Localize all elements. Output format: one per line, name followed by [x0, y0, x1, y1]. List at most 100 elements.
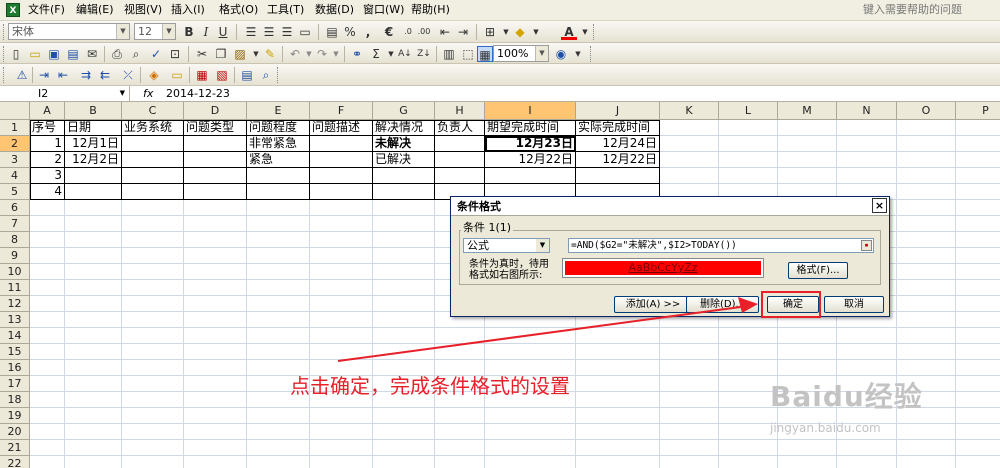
cell-g15[interactable]: [373, 344, 435, 360]
cell-g20[interactable]: [373, 424, 435, 440]
toolbar-options-icon[interactable]: [593, 24, 596, 40]
column-header-n[interactable]: N: [837, 102, 897, 120]
cell-l21[interactable]: [719, 440, 778, 456]
copy-icon[interactable]: ❐: [213, 46, 229, 62]
row-header-9[interactable]: 9: [0, 248, 30, 264]
cell-p8[interactable]: [956, 232, 1000, 248]
cell-i1[interactable]: 期望完成时间: [485, 120, 576, 136]
cell-f15[interactable]: [310, 344, 373, 360]
cell-k22[interactable]: [660, 456, 719, 468]
cell-l3[interactable]: [719, 152, 778, 168]
cell-j20[interactable]: [576, 424, 660, 440]
hyperlink-icon[interactable]: ⚭: [349, 46, 365, 62]
cell-c11[interactable]: [122, 280, 184, 296]
cell-a21[interactable]: [30, 440, 65, 456]
cell-k20[interactable]: [660, 424, 719, 440]
menu-tools[interactable]: 工具(T): [267, 3, 304, 17]
cell-c14[interactable]: [122, 328, 184, 344]
cell-o22[interactable]: [897, 456, 956, 468]
row-header-18[interactable]: 18: [0, 392, 30, 408]
cell-m22[interactable]: [778, 456, 837, 468]
cell-e19[interactable]: [247, 408, 310, 424]
row-header-7[interactable]: 7: [0, 216, 30, 232]
cell-d4[interactable]: [184, 168, 247, 184]
cell-g9[interactable]: [373, 248, 435, 264]
cell-d2[interactable]: [184, 136, 247, 152]
cell-b18[interactable]: [65, 392, 122, 408]
zoom-combo[interactable]: 100% ▼: [493, 45, 549, 62]
format-button[interactable]: 格式(F)...: [788, 262, 848, 279]
autosum-button[interactable]: Σ: [368, 46, 384, 62]
cell-c3[interactable]: [122, 152, 184, 168]
chevron-down-icon[interactable]: ▼: [116, 24, 129, 39]
excel-app-icon[interactable]: X: [6, 3, 20, 17]
cell-f1[interactable]: 问题描述: [310, 120, 373, 136]
cell-p13[interactable]: [956, 312, 1000, 328]
cell-i14[interactable]: [485, 328, 576, 344]
cell-m2[interactable]: [778, 136, 837, 152]
cell-e7[interactable]: [247, 216, 310, 232]
cell-b5[interactable]: [65, 184, 122, 200]
cell-n15[interactable]: [837, 344, 897, 360]
close-icon[interactable]: ×: [872, 198, 887, 213]
cell-l1[interactable]: [719, 120, 778, 136]
row-header-14[interactable]: 14: [0, 328, 30, 344]
cell-i2[interactable]: 12月23日: [485, 136, 576, 152]
row-header-12[interactable]: 12: [0, 296, 30, 312]
cell-f14[interactable]: [310, 328, 373, 344]
trace-precedents-icon[interactable]: ⇥: [36, 67, 52, 83]
cell-h19[interactable]: [435, 408, 485, 424]
cell-a4[interactable]: 3: [30, 168, 65, 184]
cell-a8[interactable]: [30, 232, 65, 248]
cell-b21[interactable]: [65, 440, 122, 456]
align-left-icon[interactable]: ☰: [243, 24, 259, 40]
fill-color-icon[interactable]: ◆: [512, 24, 528, 40]
cell-p4[interactable]: [956, 168, 1000, 184]
cell-e12[interactable]: [247, 296, 310, 312]
cell-d22[interactable]: [184, 456, 247, 468]
circle-invalid-data-icon[interactable]: ▦: [194, 67, 210, 83]
cell-k3[interactable]: [660, 152, 719, 168]
cell-c21[interactable]: [122, 440, 184, 456]
chevron-down-icon[interactable]: ▼: [535, 46, 548, 61]
cell-g3[interactable]: 已解决: [373, 152, 435, 168]
cell-g21[interactable]: [373, 440, 435, 456]
cell-a7[interactable]: [30, 216, 65, 232]
cell-e1[interactable]: 问题程度: [247, 120, 310, 136]
cell-p5[interactable]: [956, 184, 1000, 200]
cell-c4[interactable]: [122, 168, 184, 184]
cell-f20[interactable]: [310, 424, 373, 440]
cell-c17[interactable]: [122, 376, 184, 392]
cell-d16[interactable]: [184, 360, 247, 376]
cell-d1[interactable]: 问题类型: [184, 120, 247, 136]
cell-d18[interactable]: [184, 392, 247, 408]
cell-o12[interactable]: [897, 296, 956, 312]
toolbar-grip[interactable]: [3, 24, 6, 40]
bold-button[interactable]: B: [181, 24, 197, 40]
cell-l14[interactable]: [719, 328, 778, 344]
cell-d12[interactable]: [184, 296, 247, 312]
cell-d3[interactable]: [184, 152, 247, 168]
cell-j3[interactable]: 12月22日: [576, 152, 660, 168]
cell-k17[interactable]: [660, 376, 719, 392]
permission-icon[interactable]: ▤: [65, 46, 81, 62]
column-header-m[interactable]: M: [778, 102, 837, 120]
cell-g7[interactable]: [373, 216, 435, 232]
column-header-e[interactable]: E: [247, 102, 310, 120]
cell-i22[interactable]: [485, 456, 576, 468]
remove-dependent-arrows-icon[interactable]: ⇇: [97, 67, 113, 83]
cell-o7[interactable]: [897, 216, 956, 232]
row-header-21[interactable]: 21: [0, 440, 30, 456]
cell-b7[interactable]: [65, 216, 122, 232]
cell-p14[interactable]: [956, 328, 1000, 344]
cell-c1[interactable]: 业务系统: [122, 120, 184, 136]
cell-g12[interactable]: [373, 296, 435, 312]
menu-help[interactable]: 帮助(H): [411, 3, 450, 17]
cell-f5[interactable]: [310, 184, 373, 200]
cell-j1[interactable]: 实际完成时间: [576, 120, 660, 136]
toolbar-grip[interactable]: [3, 46, 6, 62]
cell-k16[interactable]: [660, 360, 719, 376]
cell-c13[interactable]: [122, 312, 184, 328]
menu-data[interactable]: 数据(D): [315, 3, 354, 17]
cell-e9[interactable]: [247, 248, 310, 264]
